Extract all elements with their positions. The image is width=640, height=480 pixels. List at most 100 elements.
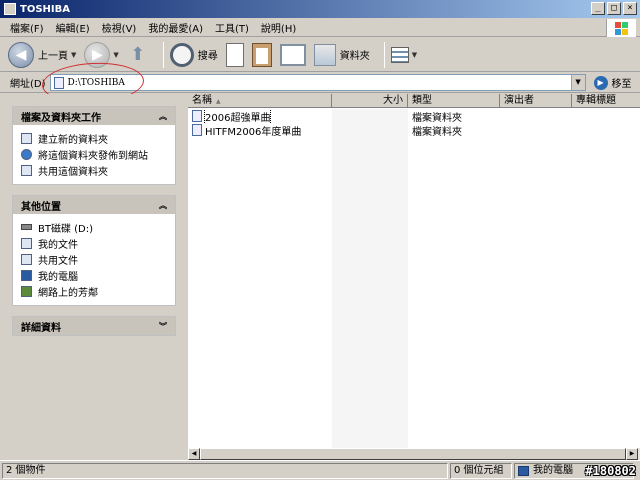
scroll-right-button[interactable]: ▶ — [626, 448, 638, 460]
minimize-button[interactable]: _ — [591, 2, 605, 15]
address-dropdown-button[interactable]: ▼ — [570, 75, 585, 90]
column-header-artist[interactable]: 演出者 — [500, 94, 572, 108]
copy-button[interactable] — [225, 42, 244, 67]
file-folder-tasks-header[interactable]: 檔案及資料夾工作 ︽ — [13, 107, 175, 125]
menu-file[interactable]: 檔案(F) — [10, 20, 44, 35]
paste-button[interactable] — [251, 42, 272, 67]
folder-icon — [4, 3, 16, 15]
address-input[interactable]: D:\TOSHIBA ▼ — [49, 74, 586, 91]
network-icon — [21, 285, 32, 297]
status-bar: 2 個物件 0 個位元組 我的電腦 #180802 — [0, 460, 640, 480]
up-folder-button[interactable]: ⬆ — [127, 44, 149, 66]
address-label: 網址(D) — [10, 79, 46, 90]
toolbar-divider — [162, 41, 164, 68]
close-button[interactable]: × — [623, 2, 637, 15]
place-label: 共用文件 — [38, 255, 78, 267]
chevron-down-icon[interactable]: ▼ — [71, 51, 76, 59]
documents-icon — [21, 237, 32, 249]
column-header-type[interactable]: 類型 — [408, 94, 500, 108]
window-controls: _ □ × — [591, 2, 637, 15]
place-label: 網路上的芳鄰 — [38, 287, 98, 299]
column-header-name[interactable]: 名稱 ▲ — [188, 94, 332, 108]
expand-icon[interactable]: ︾ — [159, 321, 167, 332]
box-title: 詳細資料 — [21, 322, 61, 334]
file-name: HITFM2006年度單曲 — [205, 126, 302, 138]
menu-help[interactable]: 說明(H) — [261, 20, 296, 35]
details-header[interactable]: 詳細資料 ︾ — [13, 317, 175, 335]
up-arrow-icon: ⬆ — [130, 44, 146, 65]
task-new-folder[interactable]: 建立新的資料夾 — [21, 130, 167, 146]
place-label: 我的電腦 — [38, 271, 78, 283]
folder-icon — [53, 76, 64, 89]
file-folder-tasks-box: 檔案及資料夾工作 ︽ 建立新的資料夾 將這個資料夾發佈到網站 共用這個資料夾 — [12, 106, 176, 185]
file-row[interactable]: 2006超強單曲 檔案資料夾 — [188, 108, 640, 124]
clipboard-icon — [251, 42, 272, 67]
place-my-documents[interactable]: 我的文件 — [21, 235, 167, 251]
forward-button[interactable]: ▶ ▼ — [84, 41, 119, 68]
window-button[interactable] — [279, 43, 306, 66]
globe-icon — [21, 148, 32, 160]
sort-ascending-icon: ▲ — [216, 98, 221, 105]
folders-button[interactable]: 資料夾 — [313, 43, 370, 66]
horizontal-scrollbar[interactable]: ◀ ▶ — [188, 448, 640, 460]
windows-logo-icon — [606, 19, 636, 37]
search-icon — [169, 42, 194, 67]
chevron-down-icon[interactable]: ▼ — [412, 51, 417, 59]
watermark: #180802 — [585, 464, 636, 478]
window-title: TOSHIBA — [20, 3, 70, 15]
menu-edit[interactable]: 編輯(E) — [56, 20, 90, 35]
go-arrow-icon: ▶ — [593, 75, 608, 90]
window-icon — [279, 43, 306, 66]
menu-tools[interactable]: 工具(T) — [215, 20, 249, 35]
file-row[interactable]: HITFM2006年度單曲 檔案資料夾 — [188, 123, 640, 138]
column-header-size[interactable]: 大小 — [332, 94, 408, 108]
place-label: BT磁碟 (D:) — [38, 223, 94, 235]
status-location-label: 我的電腦 — [533, 464, 573, 476]
box-title: 檔案及資料夾工作 — [21, 112, 101, 124]
views-button[interactable]: ▼ — [390, 46, 417, 63]
menu-bar: 檔案(F) 編輯(E) 檢視(V) 我的最愛(A) 工具(T) 說明(H) — [0, 19, 640, 37]
maximize-button[interactable]: □ — [607, 2, 621, 15]
place-label: 我的文件 — [38, 239, 78, 251]
file-type: 檔案資料夾 — [412, 126, 462, 138]
toolbar: ◀ 上一頁 ▼ ▶ ▼ ⬆ 搜尋 資料夾 ▼ — [0, 38, 640, 72]
details-box: 詳細資料 ︾ — [12, 316, 176, 336]
task-label: 共用這個資料夾 — [38, 166, 108, 178]
place-drive-d[interactable]: BT磁碟 (D:) — [21, 219, 167, 235]
file-name: 2006超強單曲 — [203, 108, 272, 124]
folder-icon — [192, 124, 202, 136]
other-places-header[interactable]: 其他位置 ︽ — [13, 196, 175, 214]
chevron-down-icon[interactable]: ▼ — [113, 51, 118, 59]
place-my-computer[interactable]: 我的電腦 — [21, 267, 167, 283]
collapse-icon[interactable]: ︽ — [159, 111, 167, 122]
task-publish-web[interactable]: 將這個資料夾發佈到網站 — [21, 146, 167, 162]
go-button[interactable]: ▶ 移至 — [593, 75, 632, 90]
drive-icon — [21, 224, 32, 230]
folders-label: 資料夾 — [339, 51, 370, 62]
computer-icon — [518, 465, 529, 476]
search-button[interactable]: 搜尋 — [169, 42, 218, 67]
back-label: 上一頁 — [38, 51, 68, 62]
task-share-folder[interactable]: 共用這個資料夾 — [21, 162, 167, 178]
views-icon — [390, 46, 409, 63]
collapse-icon[interactable]: ︽ — [159, 200, 167, 211]
address-value: D:\TOSHIBA — [67, 77, 125, 88]
back-button[interactable]: ◀ 上一頁 ▼ — [8, 41, 76, 68]
place-shared-documents[interactable]: 共用文件 — [21, 251, 167, 267]
scroll-left-button[interactable]: ◀ — [188, 448, 200, 460]
menu-view[interactable]: 檢視(V) — [102, 20, 137, 35]
computer-icon — [21, 269, 32, 281]
scroll-thumb[interactable] — [200, 448, 626, 460]
task-label: 建立新的資料夾 — [38, 134, 108, 146]
task-label: 將這個資料夾發佈到網站 — [38, 150, 148, 162]
share-folder-icon — [21, 164, 32, 176]
other-places-box: 其他位置 ︽ BT磁碟 (D:) 我的文件 共用文件 我的電腦 網路上的芳鄰 — [12, 195, 176, 306]
go-label: 移至 — [611, 79, 632, 90]
menu-favorites[interactable]: 我的最愛(A) — [148, 20, 203, 35]
task-pane: 檔案及資料夾工作 ︽ 建立新的資料夾 將這個資料夾發佈到網站 共用這個資料夾 其… — [0, 94, 188, 460]
toolbar-divider — [383, 41, 385, 68]
shared-documents-icon — [21, 253, 32, 265]
column-header-album[interactable]: 專輯標題 — [572, 94, 640, 108]
place-network[interactable]: 網路上的芳鄰 — [21, 283, 167, 299]
document-icon — [225, 42, 244, 67]
